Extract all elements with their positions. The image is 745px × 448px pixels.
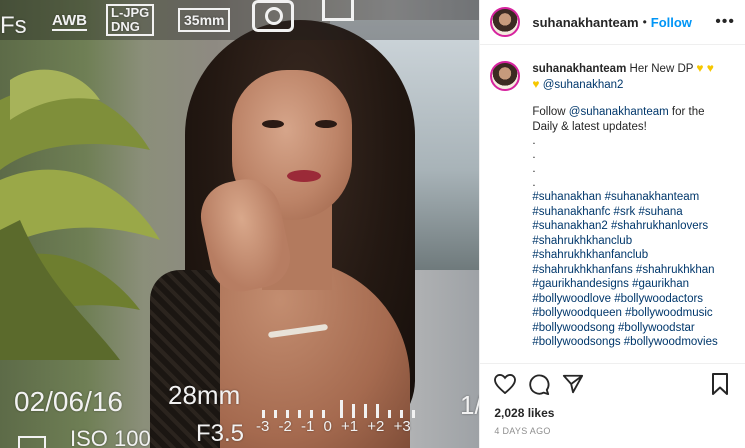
caption-username[interactable]: suhanakhanteam — [532, 63, 626, 75]
avatar[interactable] — [490, 7, 521, 37]
yellow-heart-icon: ♥ — [532, 76, 540, 91]
hud-date: 02/06/16 — [14, 386, 123, 417]
follow-prefix: Follow — [532, 106, 569, 118]
follow-paragraph: Follow @suhanakhanteam for the Daily & l… — [532, 105, 728, 134]
exposure-scale — [258, 398, 418, 418]
post-timestamp[interactable]: 4 DAYS AGO — [480, 420, 745, 448]
separator-dot: • — [642, 15, 647, 29]
like-heart-icon[interactable] — [492, 371, 518, 397]
mention-link[interactable]: @suhanakhan2 — [543, 79, 624, 91]
hashtag-line[interactable]: #shahrukhkhanfans #shahrukhkhan — [532, 263, 728, 278]
hashtag-line[interactable]: #gaurikhandesigns #gaurikhan — [532, 277, 728, 292]
hashtag-line[interactable]: #shahrukhkhanclub — [532, 234, 728, 249]
comment-icon[interactable] — [526, 371, 552, 397]
share-icon[interactable] — [560, 371, 586, 397]
caption-area[interactable]: suhanakhanteam Her New DP ♥ ♥ ♥ @suhanak… — [480, 45, 745, 363]
right-eye — [315, 120, 337, 128]
yellow-heart-icon: ♥ — [706, 61, 714, 75]
post-sidebar: suhanakhanteam • Follow ••• suhanakhante… — [479, 0, 745, 448]
dot-line: . — [532, 177, 536, 189]
hud-fs: Fs — [0, 12, 27, 39]
hud-jpg: L-JPG — [111, 5, 150, 20]
hashtag-line[interactable]: #bollywoodlove #bollywoodactors — [532, 292, 728, 307]
frame-icon — [322, 0, 354, 21]
dot-line: . — [532, 135, 536, 147]
header-username[interactable]: suhanakhanteam — [532, 15, 638, 30]
hud-focal-length: 28mm — [168, 380, 241, 410]
hashtag-line[interactable]: #bollywoodqueen #bollywoodmusic — [532, 306, 728, 321]
caption-avatar[interactable] — [490, 61, 521, 91]
hashtag-line[interactable]: #shahrukhkhanfanclub — [532, 248, 728, 263]
follow-button[interactable]: Follow — [651, 15, 692, 30]
hud-dng: DNG — [111, 19, 140, 34]
likes-count[interactable]: 2,028 likes — [480, 404, 745, 420]
mention-link-team[interactable]: @suhanakhanteam — [569, 106, 669, 118]
bookmark-icon[interactable] — [707, 371, 733, 397]
hashtag-line[interactable]: #suhanakhanfc #srk #suhana — [532, 205, 728, 220]
more-options-icon[interactable]: ••• — [715, 13, 735, 31]
dot-line: . — [532, 163, 536, 175]
left-eye — [262, 120, 284, 128]
hashtag-line[interactable]: #bollywoodsong #bollywoodstar — [532, 321, 728, 336]
dot-line: . — [532, 149, 536, 161]
hashtag-line[interactable]: #bollywoodsongs #bollywoodmovies — [532, 335, 728, 350]
hud-iso: ISO 100 — [70, 426, 151, 448]
hashtag-line[interactable]: #suhanakhan #suhanakhanteam — [532, 190, 728, 205]
caption-text: Her New DP — [629, 63, 694, 75]
yellow-heart-icon: ♥ — [696, 61, 704, 75]
lips — [287, 170, 321, 182]
caption-row: suhanakhanteam Her New DP ♥ ♥ ♥ @suhanak… — [490, 61, 735, 350]
instagram-post: Fs AWB L-JPG DNG 35mm 02/06/16 28mm ISO … — [0, 0, 745, 448]
action-bar — [480, 363, 745, 404]
hashtag-line[interactable]: #suhanakhan2 #shahrukhanlovers — [532, 219, 728, 234]
post-image[interactable]: Fs AWB L-JPG DNG 35mm 02/06/16 28mm ISO … — [0, 0, 480, 448]
camera-mode-icon — [252, 0, 294, 32]
hud-format: L-JPG DNG — [106, 4, 155, 36]
hud-lens: 35mm — [178, 8, 231, 32]
hud-shutter: 1/ — [460, 390, 479, 420]
hud-awb: AWB — [52, 12, 87, 31]
battery-icon — [18, 436, 46, 448]
plant-leaves — [0, 69, 160, 360]
hud-aperture: F3.5 — [196, 420, 245, 447]
hud-ev-scale: -3 -2 -1 0 +1 +2 +3 — [256, 418, 411, 435]
post-header: suhanakhanteam • Follow ••• — [480, 0, 745, 45]
caption-body: suhanakhanteam Her New DP ♥ ♥ ♥ @suhanak… — [532, 61, 728, 350]
